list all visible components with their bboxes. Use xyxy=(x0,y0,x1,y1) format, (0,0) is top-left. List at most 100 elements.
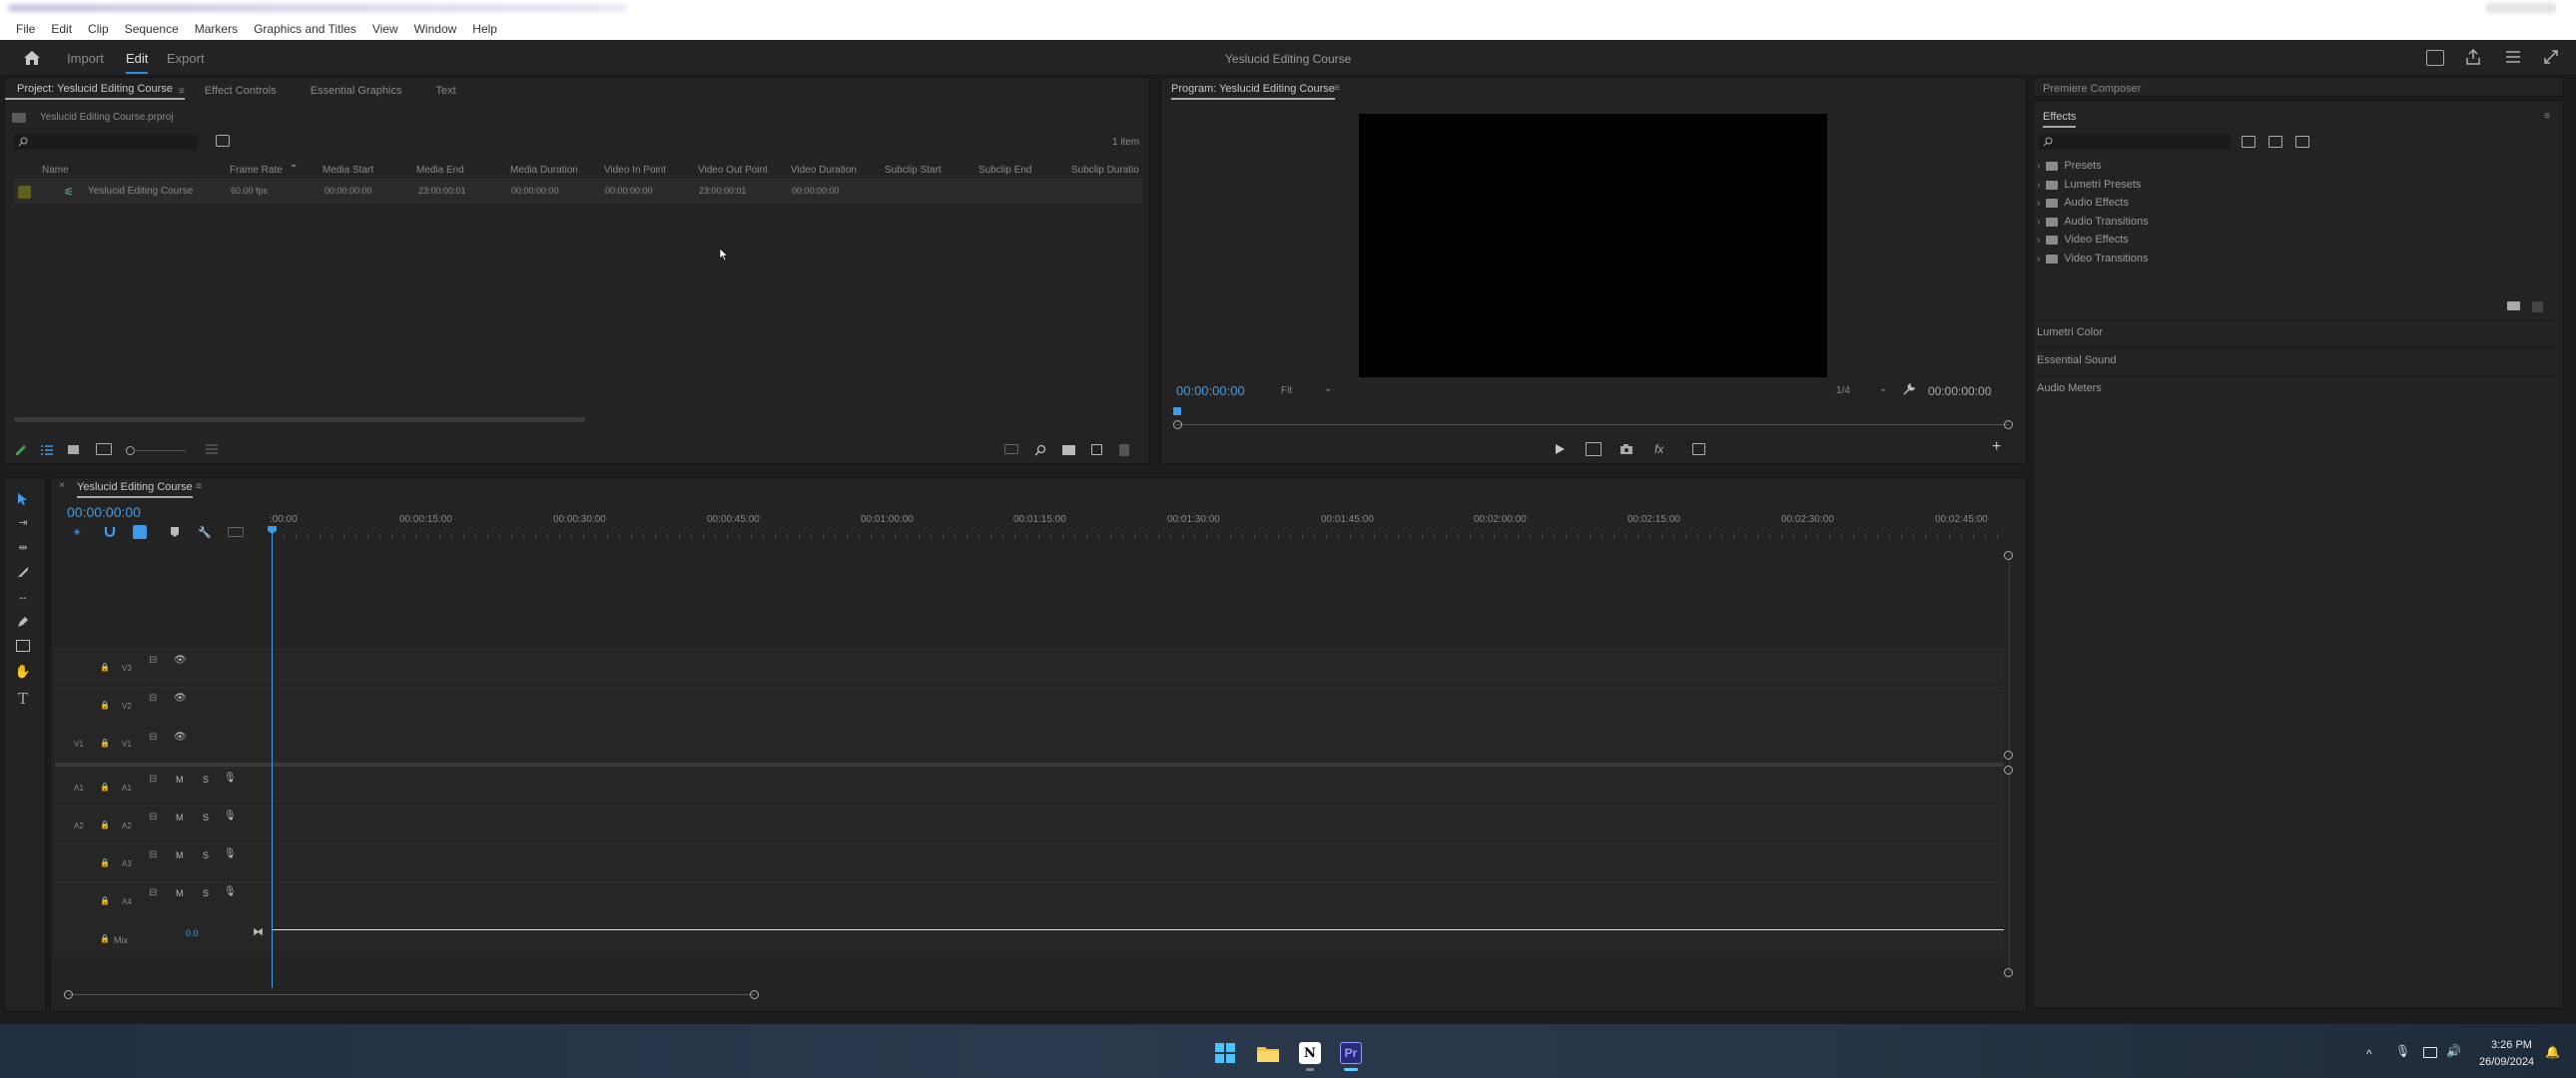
source-patch-v1[interactable]: V1 xyxy=(74,740,84,749)
track-v2[interactable] xyxy=(55,687,2004,724)
toggle-sync-icon[interactable]: ⊟ xyxy=(149,887,157,898)
track-mix[interactable] xyxy=(55,919,2004,956)
fullscreen-icon[interactable] xyxy=(2542,48,2560,66)
playhead-marker[interactable] xyxy=(1173,407,1181,415)
audio-meters-section[interactable]: Audio Meters xyxy=(2037,375,2556,401)
find-icon[interactable] xyxy=(1033,443,1047,457)
snap-icon[interactable] xyxy=(103,525,117,539)
32-bit-effects-icon[interactable] xyxy=(2268,136,2282,148)
video-audio-divider[interactable] xyxy=(55,763,2004,767)
col-frame-rate[interactable]: Frame Rate xyxy=(230,165,283,176)
col-subclip-duration[interactable]: Subclip Duratio xyxy=(1071,165,1139,176)
add-button-icon[interactable]: + xyxy=(1992,438,2001,456)
menu-markers[interactable]: Markers xyxy=(187,22,246,36)
selection-tool-icon[interactable] xyxy=(15,491,31,507)
tab-export[interactable]: Export xyxy=(167,51,205,66)
track-a2[interactable] xyxy=(55,806,2004,842)
lock-icon[interactable]: 🔒 xyxy=(100,663,110,672)
freeform-view-icon[interactable] xyxy=(96,443,112,455)
new-search-bin-icon[interactable] xyxy=(216,135,230,147)
effects-folder-video-transitions[interactable]: › Video Transitions xyxy=(2037,253,2149,265)
timeline-v-scrollbar[interactable] xyxy=(2009,554,2010,973)
go-to-end-icon[interactable]: ⧓ xyxy=(253,925,264,938)
captions-icon[interactable] xyxy=(228,527,244,537)
delete-custom-item-icon[interactable] xyxy=(2532,301,2543,312)
play-icon[interactable] xyxy=(1553,442,1567,456)
zoom-slider-track[interactable] xyxy=(134,450,186,451)
col-subclip-end[interactable]: Subclip End xyxy=(978,165,1031,176)
menu-help[interactable]: Help xyxy=(464,22,505,36)
add-marker-icon[interactable] xyxy=(168,525,182,539)
playhead-line[interactable] xyxy=(272,529,273,988)
track-label-a4[interactable]: A4 xyxy=(122,897,132,906)
lock-icon[interactable]: 🔒 xyxy=(100,739,110,748)
row-video-in[interactable]: 00:00:00:00 xyxy=(605,186,653,196)
fx-icon[interactable]: fx xyxy=(1654,442,1663,456)
col-video-out-point[interactable]: Video Out Point xyxy=(698,165,768,176)
effects-folder-audio-transitions[interactable]: › Audio Transitions xyxy=(2037,216,2149,228)
resolution-select[interactable]: 1/4 xyxy=(1836,385,1850,396)
track-select-tool-icon[interactable]: ⇥ xyxy=(15,515,31,529)
trash-icon[interactable] xyxy=(1119,444,1129,456)
rectangle-tool-icon[interactable] xyxy=(16,640,30,652)
lock-icon[interactable]: 🔒 xyxy=(100,896,110,905)
lift-icon[interactable] xyxy=(1586,442,1602,456)
eye-icon[interactable]: 👁 xyxy=(174,655,187,666)
mute-button[interactable]: M xyxy=(176,812,184,822)
ripple-edit-tool-icon[interactable]: ⇹ xyxy=(15,540,31,554)
accelerated-effects-icon[interactable] xyxy=(2242,136,2255,148)
menu-sequence[interactable]: Sequence xyxy=(117,22,187,36)
source-patch-a1[interactable]: A1 xyxy=(74,784,84,793)
eye-icon[interactable]: 👁 xyxy=(174,693,187,704)
menu-graphics-and-titles[interactable]: Graphics and Titles xyxy=(246,22,364,36)
row-video-out[interactable]: 23:00:00:01 xyxy=(699,186,747,196)
scroll-handle[interactable] xyxy=(2004,751,2013,760)
eye-icon[interactable]: 👁 xyxy=(174,732,187,743)
program-timecode[interactable]: 00:00:00:00 xyxy=(1176,383,1245,398)
solo-button[interactable]: S xyxy=(203,850,209,860)
volume-icon[interactable]: 🔊 xyxy=(2446,1044,2461,1058)
quick-export-icon[interactable] xyxy=(2426,50,2444,66)
wrench-icon[interactable] xyxy=(1902,382,1916,396)
track-label-a3[interactable]: A3 xyxy=(122,859,132,868)
premiere-composer-tab[interactable]: Premiere Composer xyxy=(2043,83,2141,95)
row-name[interactable]: Yeslucid Editing Course xyxy=(88,186,193,197)
notion-icon[interactable]: N xyxy=(1299,1042,1321,1064)
track-a4[interactable] xyxy=(55,881,2004,918)
mix-volume-value[interactable]: 0.0 xyxy=(186,928,199,938)
solo-button[interactable]: S xyxy=(203,812,209,822)
microphone-icon[interactable]: 🎙 xyxy=(224,810,237,821)
export-frame-icon[interactable] xyxy=(1692,443,1705,455)
file-explorer-icon[interactable] xyxy=(1257,1043,1279,1063)
linked-selection-icon[interactable] xyxy=(133,525,147,539)
track-a3[interactable] xyxy=(55,843,2004,880)
effects-folder-presets[interactable]: › Presets xyxy=(2037,160,2102,172)
effects-tab[interactable]: Effects xyxy=(2043,111,2077,128)
effects-menu-icon[interactable]: ≡ xyxy=(2544,111,2550,122)
window-controls[interactable] xyxy=(2486,3,2556,13)
share-icon[interactable] xyxy=(2464,48,2482,66)
track-label-v2[interactable]: V2 xyxy=(122,702,132,711)
nest-icon[interactable]: ⚹ xyxy=(70,525,84,539)
source-patch-a2[interactable]: A2 xyxy=(74,821,84,830)
mute-button[interactable]: M xyxy=(176,775,184,785)
col-media-start[interactable]: Media Start xyxy=(322,165,373,176)
mix-volume-line[interactable] xyxy=(272,929,2004,930)
workspaces-menu-icon[interactable] xyxy=(2504,48,2522,66)
microphone-icon[interactable]: 🎙 xyxy=(224,848,237,859)
label-color-swatch[interactable] xyxy=(18,186,31,199)
col-video-in-point[interactable]: Video In Point xyxy=(604,165,666,176)
track-label-v1[interactable]: V1 xyxy=(122,740,132,749)
program-monitor-tab[interactable]: Program: Yeslucid Editing Course xyxy=(1171,83,1335,100)
menu-file[interactable]: File xyxy=(8,22,43,36)
lock-icon[interactable]: 🔒 xyxy=(100,820,110,829)
panel-menu-icon[interactable]: ≡ xyxy=(179,86,185,97)
time-ruler[interactable] xyxy=(272,534,2004,538)
col-name[interactable]: Name xyxy=(42,165,69,176)
tab-edit[interactable]: Edit xyxy=(126,51,149,74)
yuv-effects-icon[interactable] xyxy=(2295,136,2309,148)
mute-button[interactable]: M xyxy=(176,888,184,898)
track-v3[interactable] xyxy=(55,649,2004,686)
new-custom-bin-icon[interactable] xyxy=(2507,301,2520,310)
slip-tool-icon[interactable]: ↔ xyxy=(15,590,31,604)
